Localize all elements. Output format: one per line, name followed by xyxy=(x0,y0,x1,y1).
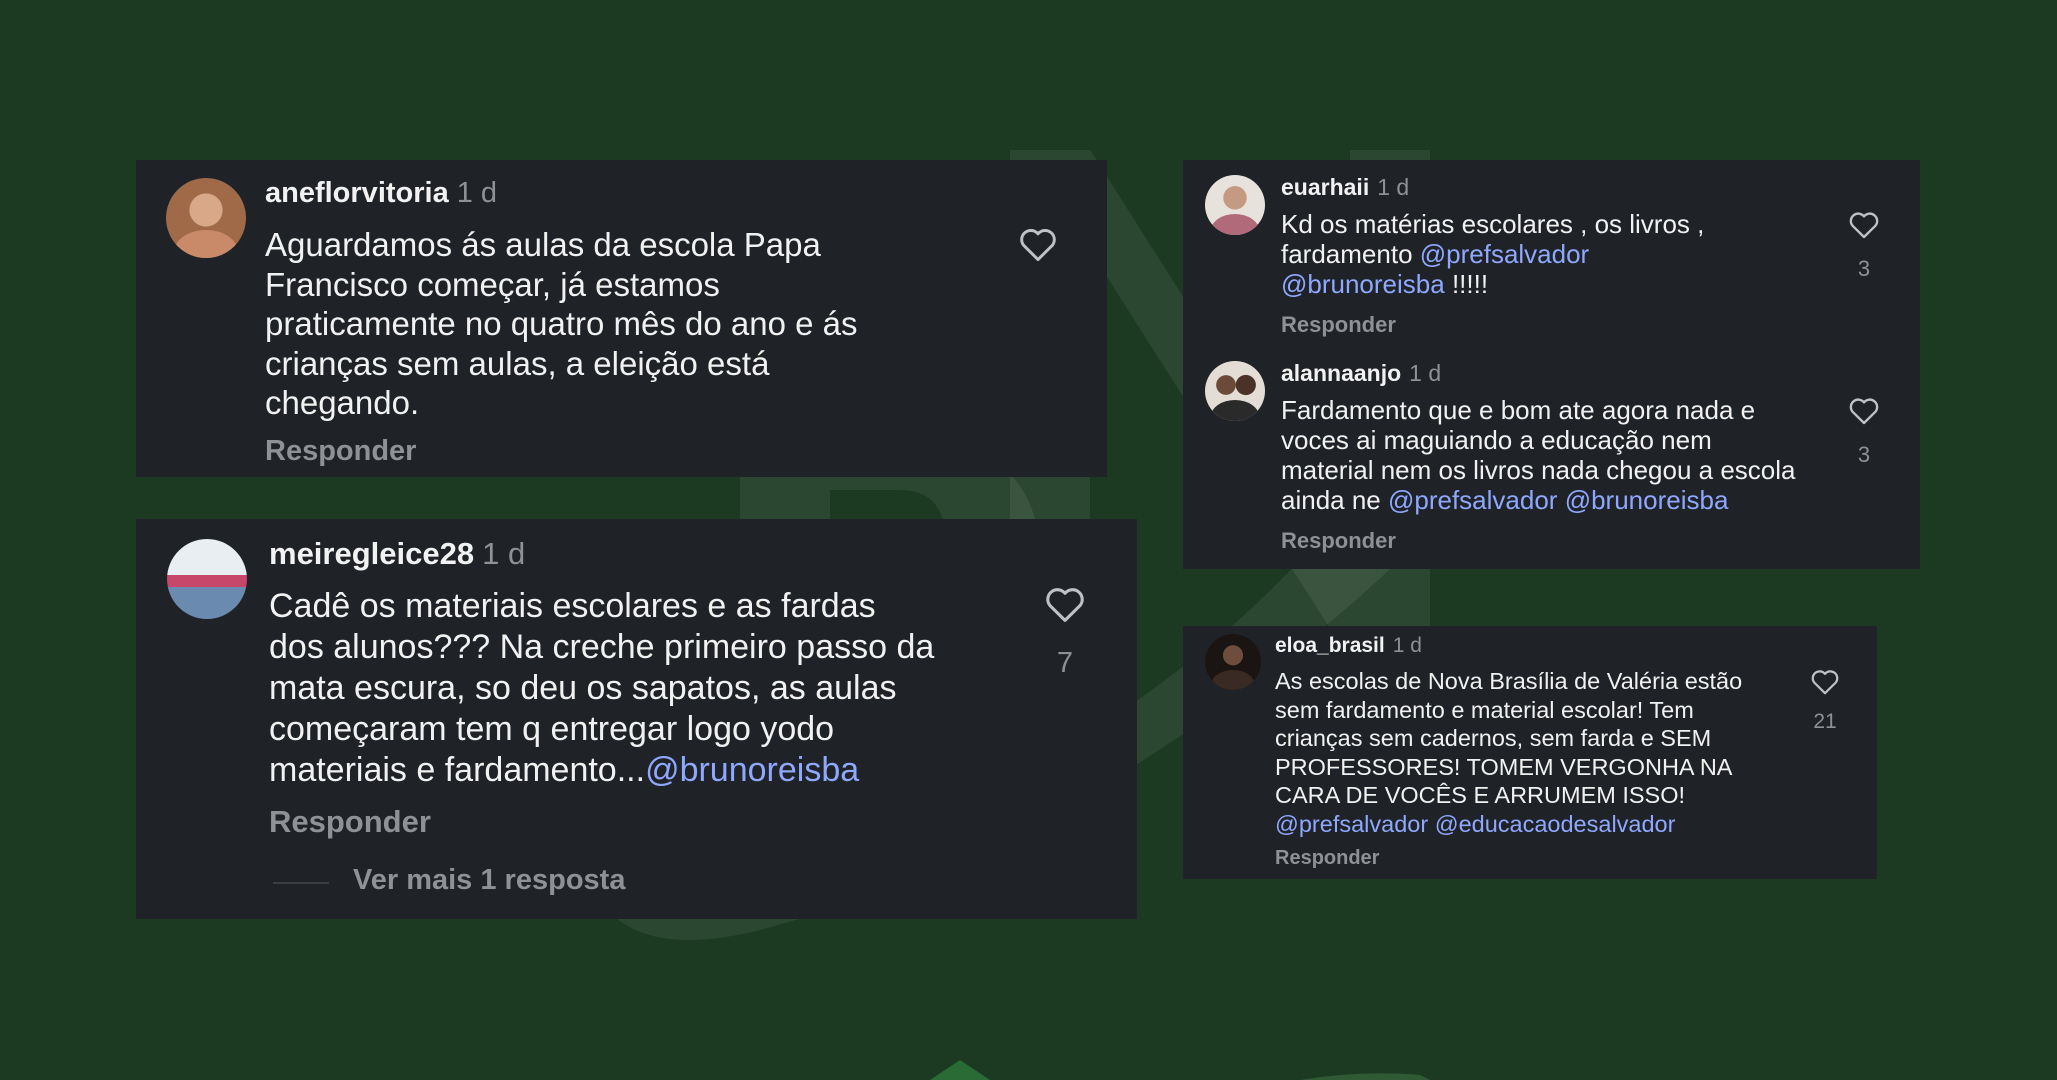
comment-text-segment: PROFESSORES! TOMEM VERGONHA NA xyxy=(1275,753,1733,780)
comment-text-segment: Cadê os materiais escolares e as fardas xyxy=(269,587,876,625)
comment-text-segment: dos alunos??? Na creche primeiro passo d… xyxy=(269,628,935,666)
reply-button[interactable]: Responder xyxy=(1275,847,1379,870)
comment-username[interactable]: meiregleice28 1 d xyxy=(269,536,525,572)
comment-card-4: eloa_brasil 1 d As escolas de Nova Brasíl… xyxy=(1183,626,1877,879)
comment-text-segment: fardamento xyxy=(1281,239,1420,269)
comment-text-line: Cadê os materiais escolares e as fardas xyxy=(269,586,934,627)
comment-text-segment: crianças sem cadernos, sem farda e SEM xyxy=(1275,725,1712,751)
reply-button[interactable]: Responder xyxy=(1281,312,1396,338)
comment-text-line: PROFESSORES! TOMEM VERGONHA NA xyxy=(1275,753,1742,782)
avatar[interactable] xyxy=(1205,634,1261,690)
comment-text-line: Fardamento que e bom ate agora nada e xyxy=(1281,395,1796,425)
comment-text-line: Aguardamos ás aulas da escola Papa xyxy=(265,225,858,265)
comment-username[interactable]: eloa_brasil 1 d xyxy=(1275,634,1422,658)
mention-link[interactable]: @educacaodesalvador xyxy=(1435,811,1676,837)
comment-text-segment xyxy=(1557,485,1564,515)
avatar[interactable] xyxy=(1205,175,1265,235)
comment-text-line: Francisco começar, já estamos xyxy=(265,265,858,305)
comment-text-segment: ainda ne xyxy=(1281,485,1388,515)
comment-text-segment: materiais e fardamento... xyxy=(269,751,646,789)
comment-time: 1 d xyxy=(482,536,526,571)
comment-time: 1 d xyxy=(456,177,498,209)
comment-text-segment: praticamente no quatro mês do ano e ás xyxy=(265,305,858,342)
comment-text-segment: voces ai maguiando a educação nem xyxy=(1281,425,1712,455)
comment-card-1: aneflorvitoria 1 d Aguardamos ás aulas da… xyxy=(136,160,1107,477)
mention-link[interactable]: @brunoreisba xyxy=(1565,485,1729,515)
comment-text-segment: começaram tem q entregar logo yodo xyxy=(269,710,835,748)
comment-text-segment: Aguardamos ás aulas da escola Papa xyxy=(265,226,821,263)
like-count: 3 xyxy=(1857,256,1871,281)
avatar[interactable] xyxy=(1205,361,1265,421)
comment-text-segment: crianças sem aulas, a eleição está xyxy=(265,344,770,382)
comment-time: 1 d xyxy=(1392,634,1422,657)
comment-text-segment: As escolas de Nova Brasília de Valéria e… xyxy=(1275,668,1743,694)
comment-card-3: euarhaii 1 d Kd os matérias escolares , o… xyxy=(1183,160,1920,569)
mention-link[interactable]: @brunoreisba xyxy=(645,751,859,789)
avatar[interactable] xyxy=(166,178,246,258)
reply-button[interactable]: Responder xyxy=(265,435,416,468)
comment-username[interactable]: aneflorvitoria 1 d xyxy=(265,177,497,210)
comment-text-segment: CARA DE VOCÊS E ARRUMEM ISSO! xyxy=(1275,782,1686,808)
comment-text-line: material nem os livros nada chegou a esc… xyxy=(1281,455,1796,485)
comment-text-line: sem fardamento e material escolar! Tem xyxy=(1275,696,1742,725)
comment-text-line: CARA DE VOCÊS E ARRUMEM ISSO! xyxy=(1275,781,1742,810)
comment-text-line: @brunoreisba !!!!! xyxy=(1281,269,1704,299)
comment-text-line: praticamente no quatro mês do ano e ás xyxy=(265,304,858,344)
like-heart-icon[interactable] xyxy=(1018,226,1058,262)
comment-time: 1 d xyxy=(1409,360,1442,386)
view-more-replies-button[interactable]: Ver mais 1 resposta xyxy=(353,864,625,897)
like-heart-icon[interactable] xyxy=(1044,585,1086,623)
comment-text-segment: Fardamento que e bom ate agora nada e xyxy=(1281,395,1756,425)
comment-text-line: As escolas de Nova Brasília de Valéria e… xyxy=(1275,667,1742,696)
comment-text-line: mata escura, so deu os sapatos, as aulas xyxy=(269,668,934,709)
comment-username[interactable]: alannaanjo 1 d xyxy=(1281,360,1441,387)
comment-text-line: materiais e fardamento...@brunoreisba xyxy=(269,750,934,791)
like-heart-icon[interactable] xyxy=(1848,396,1880,425)
like-heart-icon[interactable] xyxy=(1848,210,1880,239)
comment-text-segment: Francisco começar, já estamos xyxy=(265,265,720,303)
comment-text-segment: material nem os livros nada chegou a esc… xyxy=(1281,455,1796,485)
comment-text-line: dos alunos??? Na creche primeiro passo d… xyxy=(269,627,934,668)
mention-link[interactable]: @prefsalvador xyxy=(1388,485,1557,515)
comment-text-segment: !!!!! xyxy=(1444,269,1489,299)
like-count: 3 xyxy=(1857,442,1871,467)
like-heart-icon[interactable] xyxy=(1810,668,1840,695)
reply-button[interactable]: Responder xyxy=(1281,528,1396,554)
comment-text-line: começaram tem q entregar logo yodo xyxy=(269,709,934,750)
comment-card-2: meiregleice28 1 d Cadê os materiais escol… xyxy=(136,519,1137,919)
comment-text: Cadê os materiais escolares e as fardas d… xyxy=(269,586,934,791)
comment-text: Fardamento que e bom ate agora nada e voc… xyxy=(1281,395,1796,515)
comment-username[interactable]: euarhaii 1 d xyxy=(1281,174,1409,201)
comment-text-segment: mata escura, so deu os sapatos, as aulas xyxy=(269,669,897,707)
comment-text-line: crianças sem aulas, a eleição está xyxy=(265,344,858,384)
comment-text-line: ainda ne @prefsalvador @brunoreisba xyxy=(1281,485,1796,515)
mention-link[interactable]: @prefsalvador xyxy=(1420,239,1589,269)
comment-text-segment: sem fardamento e material escolar! Tem xyxy=(1275,696,1694,723)
comment-text-line: chegando. xyxy=(265,383,858,423)
comment-text: Aguardamos ás aulas da escola Papa Franci… xyxy=(265,225,858,423)
comment-text-line: voces ai maguiando a educação nem xyxy=(1281,425,1796,455)
comment-text-line: crianças sem cadernos, sem farda e SEM xyxy=(1275,724,1742,753)
like-count: 7 xyxy=(1056,647,1074,679)
mention-link[interactable]: @prefsalvador xyxy=(1275,811,1428,837)
comment-text-line: @prefsalvador @educacaodesalvador xyxy=(1275,810,1742,839)
comment-text-line: Kd os matérias escolares , os livros , xyxy=(1281,209,1704,239)
comment-text-segment: Kd os matérias escolares , os livros , xyxy=(1281,209,1705,239)
like-count: 21 xyxy=(1813,710,1837,733)
comment-text-line: fardamento @prefsalvador xyxy=(1281,239,1704,269)
comment-time: 1 d xyxy=(1377,174,1410,200)
comment-text: Kd os matérias escolares , os livros , fa… xyxy=(1281,209,1704,299)
reply-button[interactable]: Responder xyxy=(269,804,431,840)
comment-text-segment: chegando. xyxy=(265,384,420,421)
mention-link[interactable]: @brunoreisba xyxy=(1281,269,1445,299)
more-replies-divider xyxy=(273,882,329,884)
avatar[interactable] xyxy=(167,539,247,619)
comment-text: As escolas de Nova Brasília de Valéria e… xyxy=(1275,667,1742,838)
